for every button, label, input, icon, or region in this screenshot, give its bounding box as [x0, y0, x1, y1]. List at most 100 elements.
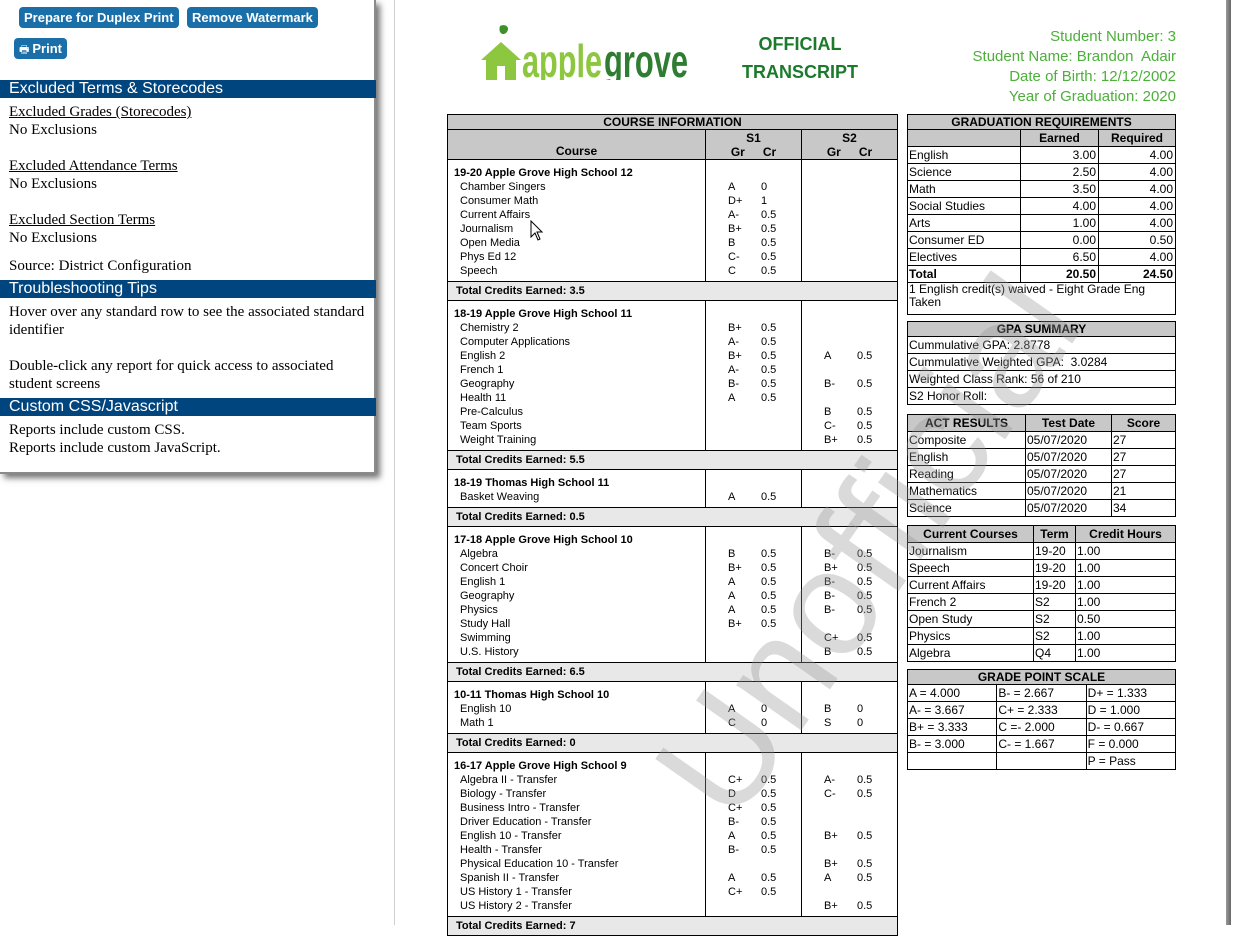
s2-grade-line [802, 843, 897, 857]
grade-scale-cell: F = 0.000 [1085, 735, 1177, 753]
school-block: 10-11 Thomas High School 10 English 10 Mat… [447, 681, 898, 734]
course-name: Math 1 [460, 717, 494, 729]
s2-grade: B [824, 406, 832, 418]
s1-grade-line: A0 [706, 180, 801, 194]
s2-grade: B+ [824, 900, 838, 912]
course-name: Algebra [460, 548, 498, 560]
print-button[interactable]: 🖶 Print [14, 38, 68, 59]
s2-grade-line: B 0.5 [802, 405, 897, 419]
remove-watermark-button[interactable]: Remove Watermark [187, 7, 318, 28]
s2-credit: 0.5 [857, 350, 873, 362]
s2-grade [824, 801, 857, 815]
s2-grade-line: C+ 0.5 [802, 631, 897, 645]
total-credits-earned: Total Credits Earned: 3.5 [447, 281, 898, 301]
course-name: Swimming [460, 632, 511, 644]
term-header: Term [1033, 525, 1076, 543]
course-name: Speech [460, 265, 498, 277]
s1-grade: A [728, 830, 736, 842]
s1-credit: 0.5 [761, 209, 777, 221]
s2-grade-line: A 0.5 [802, 349, 897, 363]
current-course-term: S2 [1033, 627, 1076, 645]
s1-grade-line: C- 0.5 [706, 250, 801, 264]
course-name: French 1 [460, 364, 504, 376]
course-name: English 1 [460, 576, 506, 588]
course-name: Physical Education 10 - Transfer [460, 858, 619, 870]
current-course-name: Open Study [907, 610, 1034, 628]
s2-grade: B [824, 703, 832, 715]
course-information-table: COURSE INFORMATION Course S1 Gr Cr S2 Gr C… [447, 114, 898, 936]
grade-scale-cell: C =- 2.000 [996, 718, 1087, 736]
excluded-section-link[interactable]: Excluded Section Terms [9, 211, 369, 229]
s2-grade-line [802, 617, 897, 631]
act-score: 21 [1111, 482, 1176, 500]
required: 0.50 [1098, 231, 1176, 249]
print-label: Print [32, 41, 63, 56]
s2-grade: S [824, 717, 832, 729]
s2-grade-line: B- 0.5 [802, 575, 897, 589]
s2-grade-line: A- 0.5 [802, 773, 897, 787]
s2-credit: 0.5 [857, 548, 873, 560]
school-block: 16-17 Apple Grove High School 9 Algebra I… [447, 752, 898, 917]
s2-grade [824, 490, 857, 504]
subject: Social Studies [907, 197, 1021, 215]
s2-grade-line [802, 264, 897, 278]
s2-grade [824, 391, 857, 405]
required: 4.00 [1098, 197, 1176, 215]
excluded-attendance-link[interactable]: Excluded Attendance Terms [9, 157, 369, 175]
act-date: 05/07/2020 [1025, 465, 1112, 483]
earned: 4.00 [1020, 197, 1099, 215]
s1-grade: A- [728, 336, 739, 348]
grade-scale-row: A- = 3.667 C+ = 2.333 D = 1.000 [906, 701, 1177, 719]
s2-grade-line [802, 885, 897, 899]
s2-grade [824, 363, 857, 377]
s2-grade: B- [824, 378, 835, 390]
grade-scale-cell: A- = 3.667 [906, 701, 998, 719]
school-block: 17-18 Apple Grove High School 10 Algebra C… [447, 526, 898, 663]
course-name: Open Media [460, 237, 520, 249]
current-course-term: 19-20 [1033, 576, 1076, 594]
total-credits-earned: Total Credits Earned: 0 [447, 733, 898, 753]
current-course-hours: 1.00 [1075, 559, 1176, 577]
act-score: 27 [1111, 431, 1176, 449]
s1-grade-line: A 0.5 [706, 829, 801, 843]
s1-grade-line: B+ 0.5 [706, 617, 801, 631]
school-block: 18-19 Thomas High School 11 Basket Weavin… [447, 469, 898, 508]
courses-cell: 17-18 Apple Grove High School 10 Algebra C… [447, 526, 706, 663]
s1-grade-line: B 0.5 [706, 547, 801, 561]
act-score: 27 [1111, 448, 1176, 466]
earned: 0.00 [1020, 231, 1099, 249]
courses-cell: 16-17 Apple Grove High School 9 Algebra I… [447, 752, 706, 917]
school-term-name: 10-11 Thomas High School 10 [454, 689, 610, 701]
s1-grade: A [728, 604, 736, 616]
s1-grade: C+ [728, 774, 743, 786]
required: 4.00 [1098, 214, 1176, 232]
s2-grade: B- [824, 590, 835, 602]
s2-grade: B [824, 646, 832, 658]
s1-credit: 0.5 [761, 364, 777, 376]
graduation-requirements-table: GRADUATION REQUIREMENTS Earned Required … [907, 114, 1176, 315]
official-transcript-title: OFFICIAL TRANSCRIPT [740, 30, 860, 86]
required: 4.00 [1098, 146, 1176, 164]
s1-grade [728, 645, 761, 659]
s2-grade: A- [824, 774, 835, 786]
course-name: Biology - Transfer [460, 788, 547, 800]
s2-grade-line: B0 [802, 702, 897, 716]
s1-grade-line: A- 0.5 [706, 335, 801, 349]
s2-grade [824, 264, 857, 278]
current-course-row: Physics S2 1.00 [907, 627, 1176, 645]
excluded-grades-link[interactable]: Excluded Grades (Storecodes) [9, 103, 369, 121]
s1-grade: B- [728, 816, 739, 828]
s1-grades-cell: B 0.5 B+ 0.5 A 0.5 A 0.5 A 0.5 B+ 0.5 [705, 526, 802, 663]
s1-grade-line: B+ 0.5 [706, 561, 801, 575]
date-of-birth: Date of Birth: 12/12/2002 [1009, 68, 1176, 85]
credit-hours-header: Credit Hours [1075, 525, 1176, 543]
grade-scale-cell: C- = 1.667 [996, 735, 1087, 753]
current-course-term: 19-20 [1033, 542, 1076, 560]
s2-grade-line: B+ 0.5 [802, 829, 897, 843]
source-text: Source: District Configuration [9, 258, 192, 274]
s2-grade-line: B 0.5 [802, 645, 897, 659]
course-name: Health - Transfer [460, 844, 542, 856]
troubleshooting-header: Troubleshooting Tips [0, 280, 376, 298]
prepare-duplex-print-button[interactable]: Prepare for Duplex Print [19, 7, 179, 28]
current-course-row: Speech 19-20 1.00 [907, 559, 1176, 577]
